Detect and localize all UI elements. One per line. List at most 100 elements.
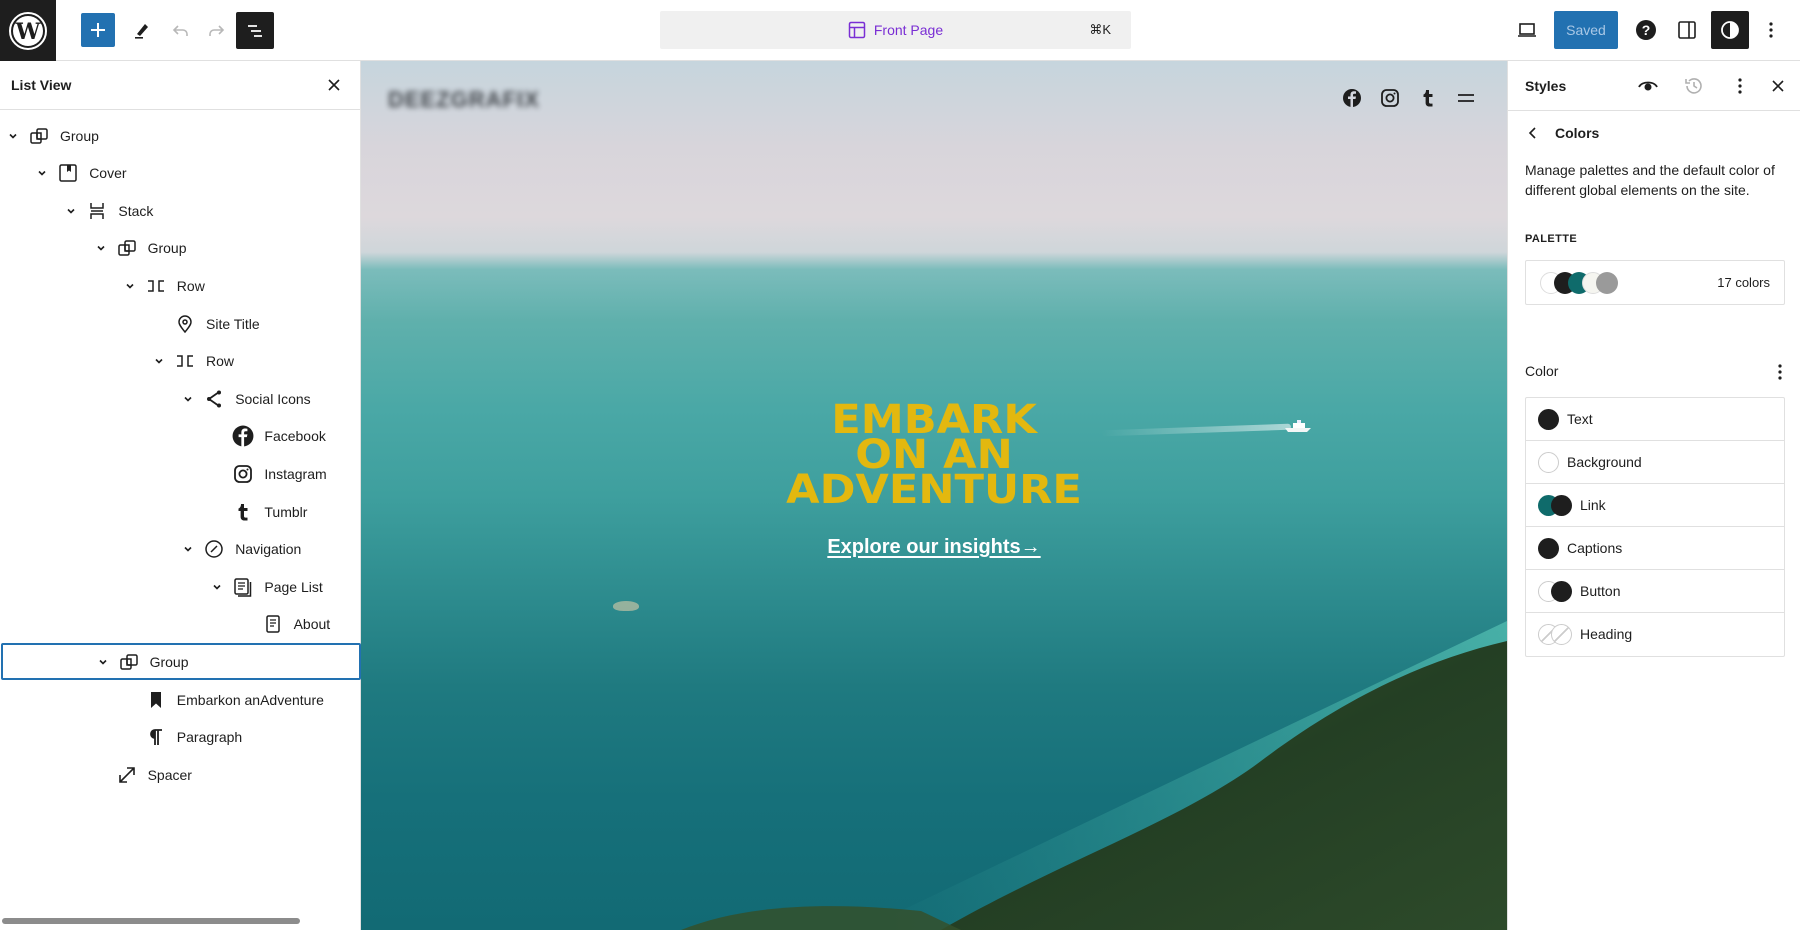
chevron-down-icon[interactable] xyxy=(210,580,224,594)
vertical-dots-icon xyxy=(1738,78,1742,94)
styles-button[interactable] xyxy=(1711,11,1749,49)
list-view-item-row[interactable]: Row xyxy=(0,343,361,380)
list-view-item-label: Page List xyxy=(264,578,323,595)
wordpress-logo-button[interactable]: W xyxy=(0,0,56,61)
color-swatch xyxy=(1551,581,1572,602)
list-view-item-spacer[interactable]: Spacer xyxy=(0,756,361,793)
list-view-item-navigation[interactable]: Navigation xyxy=(0,531,361,568)
group-icon xyxy=(117,650,141,674)
list-view-item-group[interactable]: Group xyxy=(0,117,361,154)
list-view-item-facebook[interactable]: Facebook xyxy=(0,418,361,455)
list-view-item-cover[interactable]: Cover xyxy=(0,155,361,192)
share-icon xyxy=(202,387,226,411)
list-view-item-label: Group xyxy=(149,653,189,670)
horizontal-scrollbar[interactable] xyxy=(2,918,300,924)
color-swatch xyxy=(1551,495,1572,516)
vertical-dots-icon xyxy=(1769,22,1773,38)
color-item-captions[interactable]: Captions xyxy=(1526,527,1784,570)
tools-button[interactable] xyxy=(124,12,160,48)
list-view-icon xyxy=(248,24,262,37)
chevron-left-icon xyxy=(1528,127,1536,139)
group-icon xyxy=(27,124,51,148)
instagram-icon[interactable] xyxy=(1379,87,1401,109)
close-styles-button[interactable] xyxy=(1766,74,1790,98)
chevron-down-icon[interactable] xyxy=(123,279,137,293)
list-view-item-site-title[interactable]: Site Title xyxy=(0,305,361,342)
chevron-down-icon[interactable] xyxy=(64,204,78,218)
menu-icon[interactable] xyxy=(1455,87,1477,109)
list-view-item-page-list[interactable]: Page List xyxy=(0,568,361,605)
facebook-icon[interactable] xyxy=(1341,87,1363,109)
color-item-label: Heading xyxy=(1580,626,1633,642)
chevron-down-icon[interactable] xyxy=(94,241,108,255)
color-options-button[interactable] xyxy=(1770,361,1790,383)
list-view-item-label: About xyxy=(293,616,331,633)
color-item-heading[interactable]: Heading xyxy=(1526,613,1784,656)
list-view-item-label: Facebook xyxy=(264,428,326,445)
undo-button[interactable] xyxy=(162,12,198,48)
list-view-item-row[interactable]: Row xyxy=(0,267,361,304)
tumblr-icon[interactable] xyxy=(1417,87,1439,109)
tumblr-icon xyxy=(231,500,255,524)
color-swatch xyxy=(1538,452,1559,473)
color-section-heading: Color xyxy=(1525,363,1559,379)
color-item-link[interactable]: Link xyxy=(1526,484,1784,527)
chevron-down-icon[interactable] xyxy=(35,166,49,180)
list-view-panel: List View Group Cover Stack Group Row Site Ti… xyxy=(0,61,361,930)
hero-heading[interactable]: EMBARK ON AN ADVENTURE xyxy=(361,400,1507,510)
list-view-item-label: Stack xyxy=(118,202,154,219)
help-button[interactable]: ? xyxy=(1628,12,1664,48)
site-title-block[interactable]: DEEZGRAFIX xyxy=(388,87,540,113)
editor-canvas[interactable]: DEEZGRAFIX EMBARK ON AN ADVENTURE Explor… xyxy=(361,61,1507,930)
explore-insights-link[interactable]: Explore our insights→ xyxy=(827,536,1040,559)
color-item-button[interactable]: Button xyxy=(1526,570,1784,613)
document-title: Front Page xyxy=(873,22,944,38)
revisions-icon xyxy=(1685,78,1702,94)
colors-title: Colors xyxy=(1555,125,1600,141)
colors-nav: Colors xyxy=(1525,125,1599,141)
chevron-down-icon[interactable] xyxy=(152,354,166,368)
list-view-item-label: Paragraph xyxy=(176,729,243,746)
list-view-item-label: Group xyxy=(60,127,99,144)
chevron-down-icon[interactable] xyxy=(6,129,20,143)
back-button[interactable] xyxy=(1525,125,1541,141)
list-view-item-about[interactable]: About xyxy=(0,606,361,643)
page-icon xyxy=(261,612,285,636)
list-view-item-embarkon-anadventure[interactable]: Embarkon anAdventure xyxy=(0,681,361,718)
list-view-item-stack[interactable]: Stack xyxy=(0,192,361,229)
color-item-label: Button xyxy=(1580,583,1621,599)
styles-options-button[interactable] xyxy=(1728,74,1752,98)
list-view-item-label: Row xyxy=(206,353,235,370)
color-item-text[interactable]: Text xyxy=(1526,398,1784,441)
chevron-down-icon[interactable] xyxy=(96,655,110,669)
vertical-dots-icon xyxy=(1778,364,1782,380)
settings-sidebar-button[interactable] xyxy=(1669,12,1705,48)
save-button[interactable]: Saved xyxy=(1554,11,1618,49)
desktop-icon xyxy=(1518,23,1536,37)
revisions-button[interactable] xyxy=(1682,74,1706,98)
list-view-item-group[interactable]: Group xyxy=(0,230,361,267)
command-palette-button[interactable]: Front Page ⌘K xyxy=(660,11,1131,49)
color-item-label: Captions xyxy=(1567,540,1623,556)
close-list-view-button[interactable] xyxy=(322,73,346,97)
color-item-label: Background xyxy=(1567,454,1642,470)
list-view-item-group[interactable]: Group xyxy=(1,643,361,681)
instagram-icon xyxy=(231,462,255,486)
list-view-item-label: Navigation xyxy=(235,541,302,558)
redo-button[interactable] xyxy=(199,12,235,48)
add-block-button[interactable] xyxy=(81,13,115,47)
undo-icon xyxy=(172,25,188,36)
list-view-button[interactable] xyxy=(236,12,274,49)
chevron-down-icon[interactable] xyxy=(181,542,195,556)
color-item-background[interactable]: Background xyxy=(1526,441,1784,484)
style-book-button[interactable] xyxy=(1636,74,1660,98)
palette-label: PALETTE xyxy=(1525,233,1578,245)
options-button[interactable] xyxy=(1753,12,1789,48)
device-preview-button[interactable] xyxy=(1509,12,1545,48)
list-view-item-paragraph[interactable]: Paragraph xyxy=(0,719,361,756)
list-view-item-tumblr[interactable]: Tumblr xyxy=(0,493,361,530)
list-view-item-instagram[interactable]: Instagram xyxy=(0,455,361,492)
list-view-item-social-icons[interactable]: Social Icons xyxy=(0,380,361,417)
palette-button[interactable]: 17 colors xyxy=(1525,260,1785,305)
chevron-down-icon[interactable] xyxy=(181,392,195,406)
